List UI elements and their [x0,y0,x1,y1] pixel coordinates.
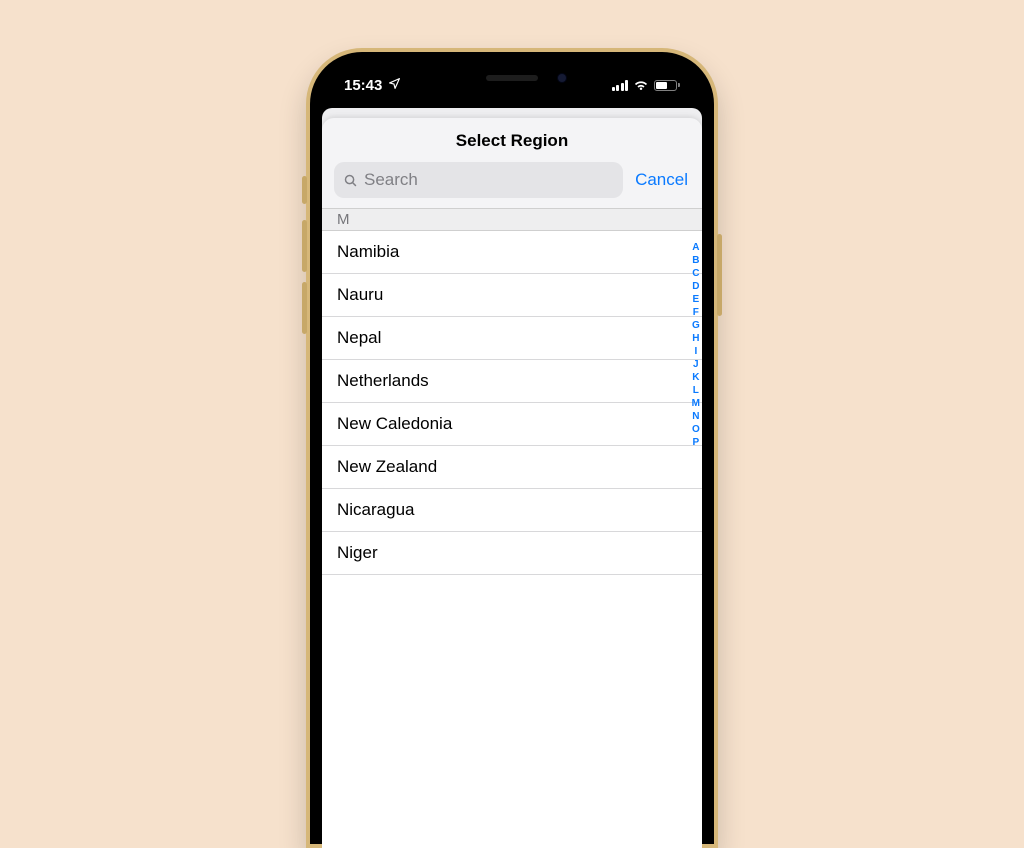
index-letter[interactable]: K [692,371,699,384]
index-letter[interactable]: O [692,423,700,436]
list-item[interactable]: Netherlands [322,360,702,403]
list-item[interactable]: Nauru [322,274,702,317]
index-letter[interactable]: D [692,280,699,293]
wifi-icon [633,77,649,94]
mute-switch [302,176,307,204]
index-letter[interactable]: H [692,332,699,345]
list-item[interactable]: Namibia [322,231,702,274]
front-camera [558,74,566,82]
list-item[interactable]: New Zealand [322,446,702,489]
search-input[interactable] [364,170,614,190]
phone-frame: 15:43 [306,48,718,848]
speaker-grille [486,75,538,81]
index-letter[interactable]: F [693,306,699,319]
index-letter[interactable]: E [692,293,699,306]
sheet-title: Select Region [322,118,702,162]
side-button [717,234,722,316]
list-item[interactable]: Niger [322,532,702,575]
location-icon [388,77,401,94]
clock-label: 15:43 [344,77,382,94]
index-letter[interactable]: B [692,254,699,267]
index-letter[interactable]: J [693,358,699,371]
index-letter[interactable]: A [692,241,699,254]
battery-icon [654,80,680,91]
search-box[interactable] [334,162,623,198]
search-icon [343,173,358,188]
index-letter[interactable]: C [692,267,699,280]
region-picker-sheet: Select Region Cancel M Namibia Nauru [322,118,702,848]
cancel-button[interactable]: Cancel [633,170,690,190]
index-letter[interactable]: P [692,436,699,449]
index-letter[interactable]: L [693,384,699,397]
index-letter[interactable]: N [692,410,699,423]
index-letter[interactable]: G [692,319,700,332]
section-header-letter: M [322,208,702,231]
list-item[interactable]: Nicaragua [322,489,702,532]
index-letter[interactable]: I [694,345,697,358]
volume-down-button [302,282,307,334]
screen: 15:43 [322,64,702,848]
alphabet-index[interactable]: A B C D E F G H I J K L M N O P [692,241,700,449]
search-row: Cancel [322,162,702,208]
index-letter[interactable]: M [692,397,700,410]
list-item[interactable]: Nepal [322,317,702,360]
volume-up-button [302,220,307,272]
list-item[interactable]: New Caledonia [322,403,702,446]
notch [416,64,608,92]
region-list[interactable]: Namibia Nauru Nepal Netherlands New Cale… [322,231,702,848]
cellular-signal-icon [612,80,629,91]
